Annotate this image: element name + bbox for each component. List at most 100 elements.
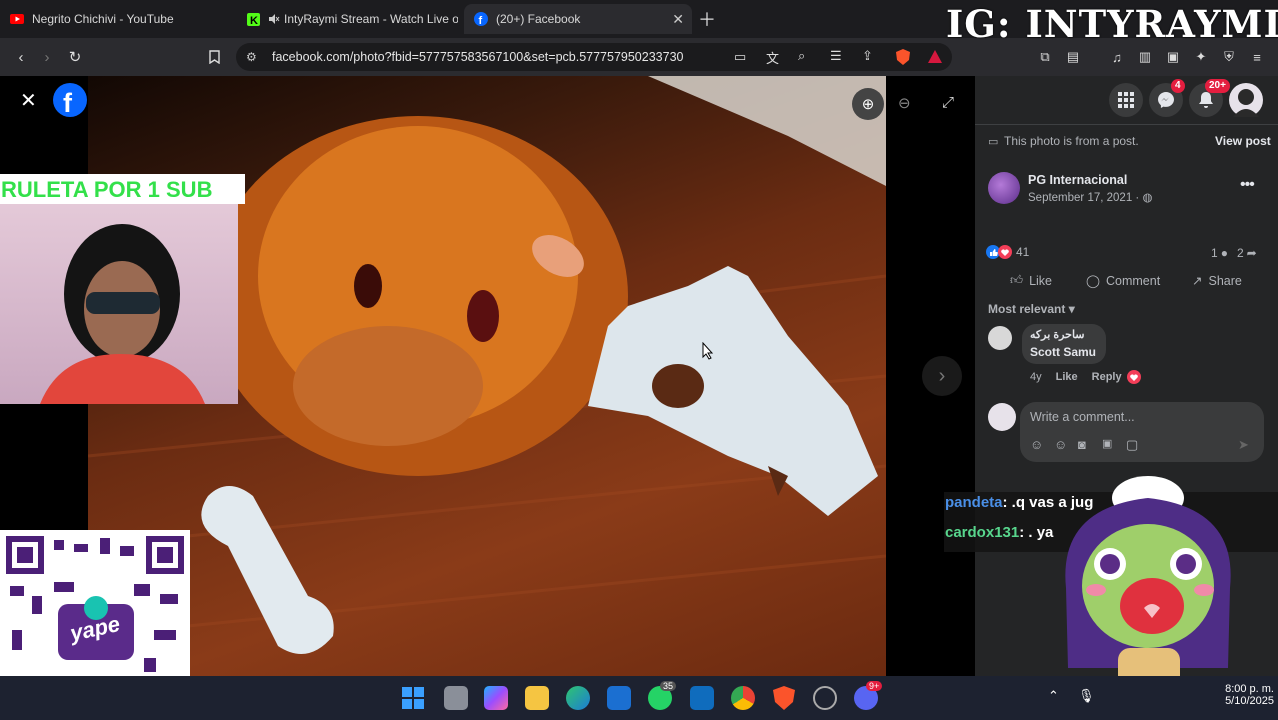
zoom-in-icon: ⊕ [861,96,875,113]
comment-count: 1 [1211,246,1218,260]
reload-icon[interactable]: ↻ [66,48,84,66]
site-settings-icon[interactable]: ⚙ [246,50,257,64]
next-photo-button[interactable]: › [922,356,962,396]
like-button[interactable]: 👍︎ Like [1010,273,1052,288]
bell-icon [1199,92,1213,108]
thumbs-up-icon: 👍︎ [1010,273,1024,287]
tray-overflow-icon[interactable]: ⌃ [1048,688,1059,704]
more-options-icon[interactable]: ••• [1240,176,1255,194]
messenger-icon [1158,92,1174,108]
facebook-top-bar: 4 20+ [975,76,1278,124]
author-avatar[interactable] [988,172,1020,204]
leo-ai-icon[interactable]: ✦ [1192,48,1210,66]
comment-button[interactable]: ◯ Comment [1086,273,1160,289]
share-button[interactable]: ↗ Share [1192,273,1242,289]
outlook-icon[interactable] [690,686,714,710]
task-view-icon[interactable] [444,686,468,710]
chrome-icon[interactable] [731,686,755,710]
store-icon[interactable] [607,686,631,710]
close-tab-icon[interactable]: ✕ [672,11,684,28]
extensions-icon[interactable]: ⧉ [1036,48,1054,66]
chat-username: cardox131 [945,524,1020,541]
vpn-icon[interactable]: ⛨ [1220,48,1238,66]
back-arrow-icon[interactable]: ‹ [12,48,30,66]
clock[interactable]: 8:00 p. m. 5/10/2025 [1212,683,1274,707]
send-icon[interactable]: ➤ [1238,437,1249,453]
whatsapp-badge: 35 [660,681,677,691]
facebook-logo[interactable]: f [53,83,87,122]
close-viewer-icon[interactable]: ✕ [20,88,37,113]
commenter-avatar[interactable] [988,326,1012,350]
gif-icon[interactable]: ▣ [1102,437,1112,450]
translate-icon[interactable]: 文 [766,48,779,67]
engagement-counts[interactable]: 1 ● 2 ➦ [1211,246,1257,260]
notifications-button[interactable]: 20+ [1189,79,1230,117]
messenger-button[interactable]: 4 [1149,79,1185,117]
reactions-summary[interactable]: 41 [986,245,1029,259]
post-date[interactable]: September 17, 2021 · ◍ [1028,190,1153,204]
notifications-badge: 20+ [1205,79,1230,93]
messenger-badge: 4 [1171,79,1185,93]
tab-search-icon[interactable]: ▤ [1064,48,1082,66]
profile-avatar[interactable] [1229,83,1263,117]
sidebar-icon[interactable]: ▥ [1136,48,1154,66]
url-text[interactable]: facebook.com/photo?fbid=577757583567100&… [272,50,683,64]
caret-down-icon: ▾ [1068,302,1075,316]
fullscreen-icon[interactable]: ⤢ [942,94,954,111]
cast-icon[interactable]: ▭ [734,49,746,65]
brave-browser-icon[interactable] [772,686,796,710]
tab-title: (20+) Facebook [496,12,581,26]
share-icon: ↗ [1192,274,1203,288]
menu-icon[interactable]: ≡ [1248,48,1266,66]
microphone-icon[interactable]: 🎙︎ [1078,688,1095,704]
brave-rewards-icon[interactable] [928,50,942,68]
zoom-icon[interactable]: ⌕ [798,48,805,64]
share-arrow-icon: ➦ [1246,246,1257,260]
file-explorer-icon[interactable] [525,686,549,710]
tab-facebook[interactable]: f (20+) Facebook ✕ [464,4,692,34]
post-notice-text: This photo is from a post. [1004,134,1139,148]
copilot-icon[interactable] [484,686,508,710]
svg-text:f: f [479,15,483,26]
menu-grid-button[interactable] [1109,83,1143,117]
comment-input-box[interactable]: Write a comment... ☺ ☺ ◙ ▣ ▢ ➤ [1020,402,1264,462]
chevron-right-icon: › [938,364,946,387]
post-notice: ▭ This photo is from a post. [988,134,1139,148]
comment-like-link[interactable]: Like [1056,371,1078,383]
address-bar[interactable]: ⚙ facebook.com/photo?fbid=57775758356710… [236,43,952,71]
forward-arrow-icon[interactable]: › [38,48,56,66]
wallet-icon[interactable]: ▣ [1164,48,1182,66]
comment-reply-link[interactable]: Reply [1092,371,1122,383]
tab-youtube[interactable]: Negrito Chichivi - YouTube [0,4,230,34]
zoom-in-button[interactable]: ⊕ [852,88,884,120]
my-avatar [988,403,1016,431]
reader-mode-icon[interactable]: ☰ [830,48,842,64]
comment-sort-dropdown[interactable]: Most relevant ▾ [988,302,1075,316]
tab-kick-stream[interactable]: K IntyRaymi Stream - Watch Live on [236,4,458,34]
obs-icon[interactable] [813,686,837,710]
brave-shield-icon[interactable] [896,49,910,70]
zoom-out-icon[interactable]: ⊖ [898,94,911,112]
emoji-icon[interactable]: ☺ [1054,437,1067,452]
comment-age[interactable]: 4y [1030,371,1042,383]
view-post-link[interactable]: View post [1215,134,1271,148]
sticker-icon[interactable]: ▢ [1126,437,1138,453]
windows-start-icon[interactable] [401,686,425,710]
share-icon[interactable]: ⇪ [862,48,873,64]
bookmark-icon[interactable] [205,48,223,66]
stream-watermark: IG: INTYRAYMI [946,2,1278,46]
media-icon[interactable]: ♫ [1108,48,1126,66]
commenter-name-arabic[interactable]: ساحرة بركه [1030,328,1085,341]
chat-message: cardox131: . ya [945,524,1053,541]
edge-icon[interactable] [566,686,590,710]
camera-icon[interactable]: ◙ [1078,437,1086,452]
webcam-feed [0,204,238,404]
muted-speaker-icon[interactable] [268,12,280,26]
clock-date: 5/10/2025 [1225,695,1274,707]
author-name[interactable]: PG Internacional [1028,173,1127,187]
comment-input-placeholder[interactable]: Write a comment... [1030,410,1135,424]
commenter-name[interactable]: Scott Samu [1030,345,1096,359]
new-tab-button[interactable]: ＋ [698,4,722,34]
avatar-sticker-icon[interactable]: ☺ [1030,437,1043,452]
like-label: Like [1029,273,1053,288]
